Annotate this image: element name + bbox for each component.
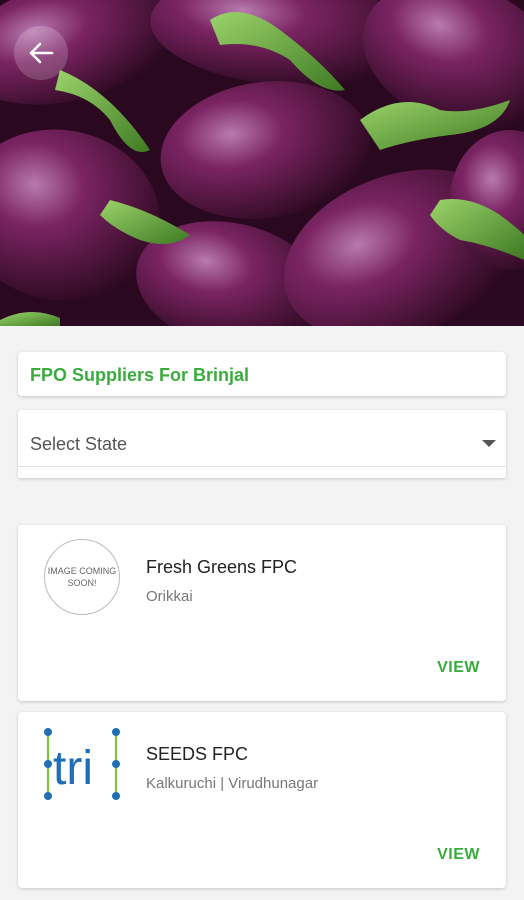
supplier-name: Fresh Greens FPC [146, 557, 298, 577]
supplier-card[interactable]: tri SEEDS FPC Kalkuruchi | Virudhunagar … [18, 712, 506, 888]
select-underline [18, 466, 506, 467]
supplier-name: SEEDS FPC [146, 744, 249, 764]
section-title: FPO Suppliers For Brinjal [30, 365, 250, 385]
section-title-card: FPO Suppliers For Brinjal [18, 352, 506, 396]
tri-logo: tri [44, 728, 120, 800]
seeds-logo-icon: tri [44, 726, 120, 802]
logo-letters: tri [53, 742, 93, 795]
arrow-left-icon [29, 42, 54, 64]
view-button[interactable]: VIEW [437, 846, 480, 864]
supplier-location: Kalkuruchi | Virudhunagar [146, 775, 319, 792]
hero-image [0, 0, 524, 326]
supplier-card[interactable]: IMAGE COMING SOON! Fresh Greens FPC Orik… [18, 525, 506, 701]
supplier-location: Orikkai [146, 588, 193, 605]
state-select[interactable]: Select State [18, 410, 506, 478]
image-placeholder-icon: IMAGE COMING SOON! [44, 539, 120, 615]
view-button[interactable]: VIEW [437, 659, 480, 677]
state-select-value: Select State [30, 434, 128, 454]
brinjal-photo [0, 0, 524, 326]
caret-down-icon [482, 440, 496, 447]
back-button[interactable] [14, 26, 68, 80]
